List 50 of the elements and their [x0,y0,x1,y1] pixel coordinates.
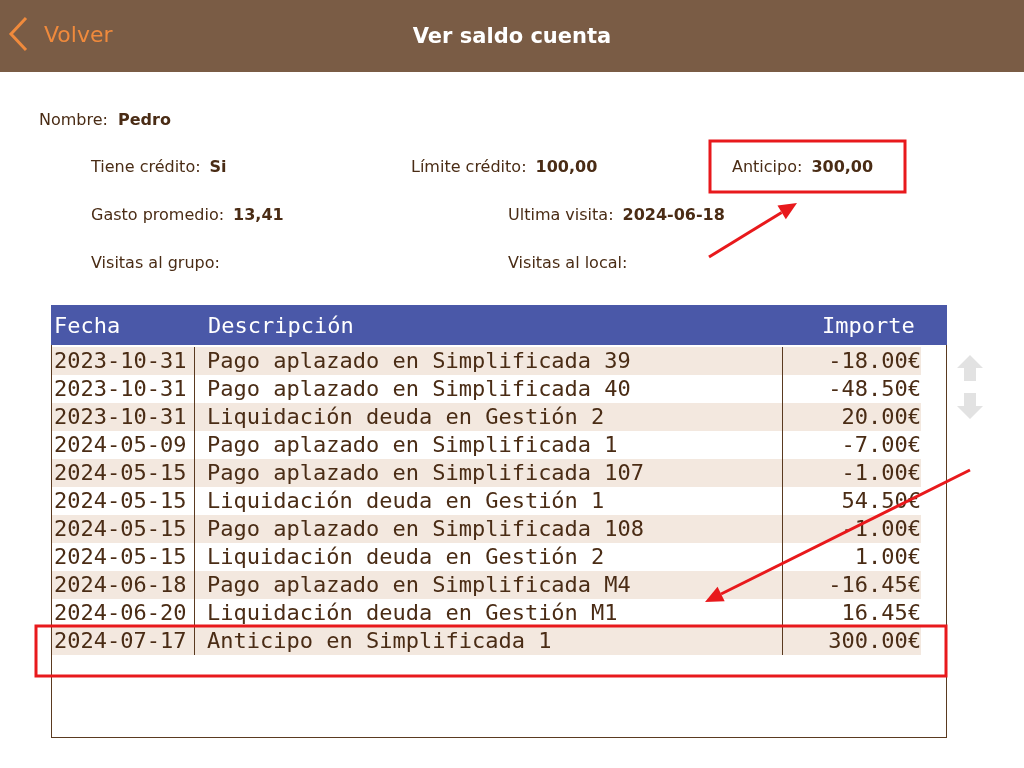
arrow-down-icon[interactable] [955,391,985,421]
field-label: Tiene crédito: [91,156,201,176]
column-header: Descripción [208,312,355,338]
table-cell: 16.45€ [782,599,921,627]
arrow-up-icon[interactable] [955,353,985,383]
table-row[interactable]: 2023-10-31 Liquidación deuda en Gestión 2 20.00€ [52,403,921,431]
table-cell-text: Pago aplazado en Simplificada M4 [206,571,632,599]
field-value: Si [209,156,227,176]
table-row[interactable]: 2024-07-17 Anticipo en Simplificada 1 300.00€ [52,627,921,655]
table-cell-text: Pago aplazado en Simplificada 39 [206,347,632,375]
table-cell-text: Pago aplazado en Simplificada 108 [206,515,646,543]
page-title: Ver saldo cuenta [412,24,612,48]
column-header: Fecha [53,312,122,338]
field-value: 100,00 [535,156,598,176]
table-row[interactable]: 2023-10-31 Pago aplazado en Simplificada 39 -18.00€ [52,347,921,375]
chevron-left-icon [8,16,28,52]
field-label: Nombre: [39,109,108,129]
field-label: Límite crédito: [411,156,527,176]
table-cell-text: Liquidación deuda en Gestión M1 [206,599,619,627]
field-label: Visitas al grupo: [91,252,220,272]
field-value: 13,41 [233,204,284,224]
table-cell: -18.00€ [782,347,921,375]
field-value: 2024-06-18 [622,204,725,224]
table-cell: 2024-06-20 [52,599,195,627]
table-cell: 2023-10-31 [52,347,195,375]
table-cell-text: Liquidación deuda en Gestión 2 [206,403,606,431]
table-cell: -16.45€ [782,571,921,599]
field-value: 300,00 [811,156,874,176]
field-value: Pedro [117,109,171,129]
table-cell: 2024-05-15 [52,459,195,487]
column-header: Importe [822,312,916,338]
table-row[interactable]: 2024-05-15 Pago aplazado en Simplificada 107 -1.00€ [52,459,921,487]
field-label: Ultima visita: [508,204,614,224]
table-cell: -1.00€ [782,459,921,487]
table-cell-text: Liquidación deuda en Gestión 2 [206,543,606,571]
table-cell: 20.00€ [782,403,921,431]
table-cell-text: Anticipo en Simplificada 1 [206,627,553,655]
field-label: Visitas al local: [508,252,628,272]
field-label: Gasto promedio: [91,204,225,224]
table-cell: 2024-05-15 [52,515,195,543]
table-cell-text: Pago aplazado en Simplificada 1 [206,431,619,459]
table-row[interactable]: 2024-06-18 Pago aplazado en Simplificada M4 -16.45€ [52,571,921,599]
table-cell-text: Liquidación deuda en Gestión 1 [206,487,606,515]
table-cell: 2024-07-17 [52,627,195,655]
table-cell-text: Pago aplazado en Simplificada 107 [206,459,646,487]
table-cell: 300.00€ [782,627,921,655]
table-cell: 2024-06-18 [52,571,195,599]
table-cell-text: Pago aplazado en Simplificada 40 [206,375,632,403]
field-label: Anticipo: [732,156,803,176]
table-cell: 2023-10-31 [52,403,195,431]
